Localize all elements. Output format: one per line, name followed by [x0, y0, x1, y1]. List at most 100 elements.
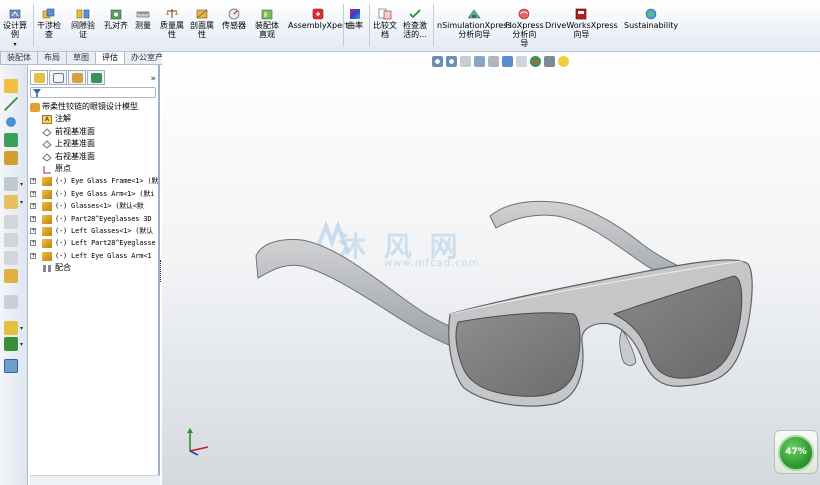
chevron-down-icon[interactable]: ▾	[20, 325, 23, 332]
tree-item-label: (-) Left Glasses<1> (默认	[55, 226, 153, 235]
expand-icon[interactable]: +	[30, 240, 36, 247]
sustainability-button[interactable]: Sustainability	[624, 8, 678, 30]
curves-icon[interactable]	[4, 337, 18, 351]
tree-root[interactable]: 带柔性铰链的眼镜设计模型	[28, 101, 158, 113]
measure-button[interactable]: 测量	[135, 8, 151, 30]
expand-icon[interactable]: +	[30, 203, 36, 210]
measure-label: 测量	[135, 21, 151, 30]
move-component-icon[interactable]	[4, 215, 18, 229]
hole-alignment-label: 孔对齐	[104, 21, 128, 30]
chevron-right-icon[interactable]: »	[150, 74, 156, 84]
simulationxpress-button[interactable]: nSimulationXpress 分析向导	[437, 8, 512, 39]
tab-assembly[interactable]: 装配体	[0, 52, 38, 65]
tree-item-label: (-) Eye Glass Frame<1> (默	[55, 177, 159, 186]
tree-item-annotations[interactable]: A 注解	[28, 113, 158, 125]
expand-icon[interactable]: +	[30, 252, 36, 259]
assembly-feature-icon[interactable]	[4, 195, 18, 209]
instant3d-icon[interactable]	[4, 359, 18, 373]
mass-props-icon	[165, 8, 179, 20]
tree-item-right-plane[interactable]: 右视基准面	[28, 151, 158, 163]
tree-item-component[interactable]: + (-) Left Glasses<1> (默认	[28, 225, 158, 237]
assembly-visualization-button[interactable]: 装配体 直观	[255, 8, 279, 39]
performance-gadget[interactable]: 47%	[774, 430, 818, 474]
tree-item-top-plane[interactable]: 上视基准面	[28, 138, 158, 150]
smart-dimension-icon[interactable]	[4, 79, 18, 93]
tab-sketch[interactable]: 草图	[66, 52, 96, 65]
mate-icon[interactable]	[4, 151, 18, 165]
filter-icon	[33, 89, 41, 97]
tab-evaluate[interactable]: 评估	[95, 52, 125, 65]
tree-item-component[interactable]: + (-) Part28^Eyeglasses 3D	[28, 213, 158, 225]
sensor-button[interactable]: 传感器	[222, 8, 246, 30]
assemblyxpert-button[interactable]: AssemblyXpert	[288, 8, 348, 30]
tab-layout[interactable]: 布局	[37, 52, 67, 65]
expand-icon[interactable]: +	[30, 178, 36, 185]
interference-check-button[interactable]: 干涉检 查	[37, 8, 61, 39]
check-active-document-button[interactable]: 检查激 活的...	[403, 8, 427, 39]
clearance-verification-button[interactable]: 间隙验 证	[71, 8, 95, 39]
feature-manager-panel: » 带柔性铰链的眼镜设计模型 A 注解 前视基准面 上视基准面 右视基准面 原点…	[28, 65, 161, 485]
interference-check-label: 干涉检 查	[37, 21, 61, 39]
tree-item-origin[interactable]: 原点	[28, 163, 158, 175]
part-icon	[42, 177, 52, 187]
explode-view-icon[interactable]	[4, 269, 18, 283]
design-study-button[interactable]: 设计算 例 ▾	[3, 8, 27, 49]
hole-alignment-button[interactable]: 孔对齐	[104, 8, 128, 30]
curvature-label: 曲率	[347, 21, 363, 30]
tree-item-label: 前视基准面	[55, 126, 95, 136]
tree-item-component[interactable]: + (-) Glasses<1> (默认<默	[28, 200, 158, 212]
panel-scrollbar[interactable]	[30, 475, 160, 485]
tree-item-component[interactable]: + (-) Left Eye Glass Arm<1	[28, 250, 158, 262]
expand-icon[interactable]: +	[30, 227, 36, 234]
floxpress-button[interactable]: FloXpress 分析向 导	[505, 8, 544, 48]
chevron-down-icon[interactable]: ▾	[20, 181, 23, 188]
property-manager-tab[interactable]	[49, 69, 67, 85]
pattern-icon[interactable]	[4, 295, 18, 309]
dropdown-arrow-icon[interactable]: ▾	[13, 40, 16, 49]
tree-item-label: (-) Left Eye Glass Arm<1	[55, 251, 152, 260]
circle-icon[interactable]	[6, 117, 16, 127]
part-icon	[42, 202, 52, 212]
graphics-area[interactable]: 沐 风 网 www.mfcad.com 47%	[162, 52, 820, 485]
chevron-down-icon[interactable]: ▾	[20, 199, 23, 206]
sustainability-label: Sustainability	[624, 21, 679, 30]
expand-icon[interactable]: +	[30, 190, 36, 197]
curvature-button[interactable]: 曲率	[347, 8, 363, 30]
tree-item-component[interactable]: + (-) Eye Glass Arm<1> (默i	[28, 188, 158, 200]
part-icon	[42, 251, 52, 261]
part-icon	[42, 226, 52, 236]
ribbon-separator	[33, 4, 34, 46]
tree-item-component[interactable]: + (-) Eye Glass Frame<1> (默	[28, 175, 158, 187]
tree-item-component[interactable]: + (-) Left Part28^Eyeglasse	[28, 237, 158, 249]
driveworksxpress-button[interactable]: DriveWorksXpress 向导	[545, 8, 618, 39]
ribbon-separator	[433, 4, 434, 46]
line-icon[interactable]	[4, 97, 18, 111]
measure-icon	[136, 8, 150, 20]
rotate-component-icon[interactable]	[4, 233, 18, 247]
insert-component-icon[interactable]	[4, 177, 18, 191]
chevron-down-icon[interactable]: ▾	[20, 341, 23, 348]
tree-filter[interactable]	[30, 87, 156, 98]
mass-properties-button[interactable]: 质量属 性	[160, 8, 184, 39]
configuration-icon	[72, 72, 83, 83]
feature-icon[interactable]	[4, 133, 18, 147]
expand-icon[interactable]: +	[30, 215, 36, 222]
configuration-manager-tab[interactable]	[68, 69, 86, 85]
tree-item-label: (-) Eye Glass Arm<1> (默i	[55, 189, 155, 198]
tree-item-label: (-) Left Part28^Eyeglasse	[55, 239, 156, 248]
curvature-icon	[348, 8, 362, 20]
compare-documents-button[interactable]: 比较文 档	[373, 8, 397, 39]
floxpress-icon	[517, 8, 531, 20]
driveworksxpress-icon	[574, 8, 588, 20]
clearance-verification-label: 间隙验 证	[71, 21, 95, 39]
feature-manager-tab[interactable]	[30, 69, 48, 85]
reference-geometry-icon[interactable]	[4, 321, 18, 335]
feature-tree: 带柔性铰链的眼镜设计模型 A 注解 前视基准面 上视基准面 右视基准面 原点 +…	[28, 101, 158, 274]
section-properties-button[interactable]: 剖面属 性	[190, 8, 214, 39]
clearance-icon	[76, 8, 90, 20]
tree-item-mates[interactable]: 配合	[28, 262, 158, 274]
display-manager-tab[interactable]	[87, 69, 105, 85]
display-icon	[91, 72, 102, 83]
tree-item-front-plane[interactable]: 前视基准面	[28, 126, 158, 138]
show-hidden-icon[interactable]	[4, 251, 18, 265]
